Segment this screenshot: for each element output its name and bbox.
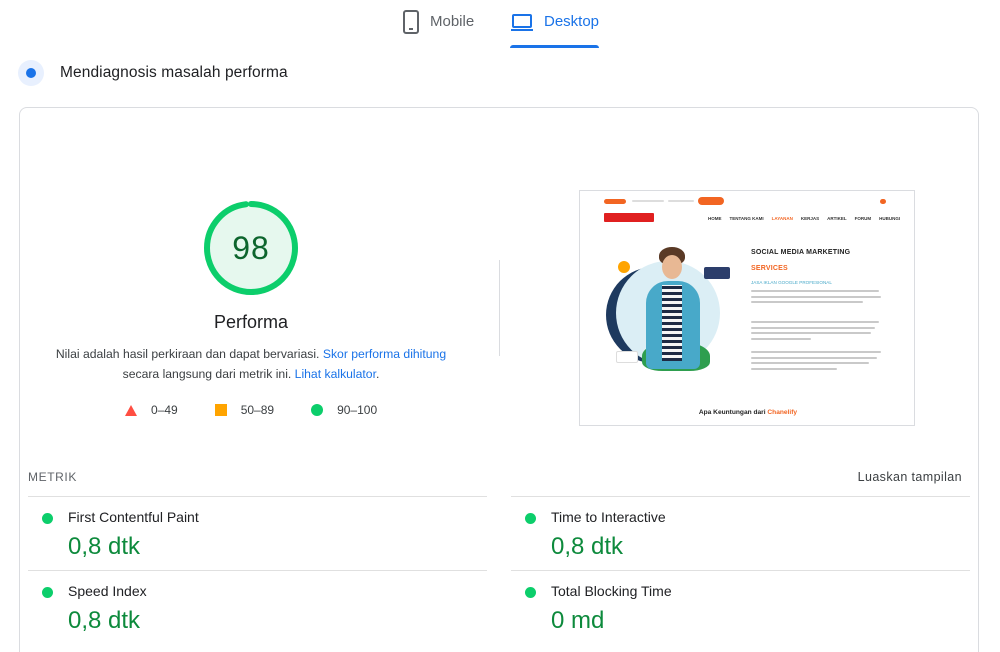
metric-name: Time to Interactive (551, 509, 666, 525)
metric-speed-index: Speed Index 0,8 dtk (28, 570, 487, 644)
thumb-nav: HOME TENTANG KAMI LAYANAN KERJAS ARTIKEL… (708, 216, 900, 221)
desc-text-3: . (375, 367, 380, 381)
tab-mobile[interactable]: Mobile (402, 10, 474, 48)
score-calc-link[interactable]: Skor performa dihitung (323, 347, 446, 361)
metric-name: Total Blocking Time (551, 583, 672, 599)
thumb-heading: SOCIAL MEDIA MARKETING (751, 249, 851, 256)
expand-view-toggle[interactable]: Luaskan tampilan (858, 470, 962, 484)
tab-desktop-label: Desktop (544, 13, 600, 30)
performance-label: Performa (213, 312, 289, 332)
thumb-paragraph (751, 290, 883, 307)
device-tabs: Mobile Desktop (0, 0, 1000, 48)
legend-fail-range: 0–49 (151, 403, 178, 417)
legend-pass-range: 90–100 (337, 403, 378, 417)
thumb-nav-item: HOME (708, 216, 722, 221)
pass-circle-icon (525, 513, 536, 524)
diagnose-title: Mendiagnosis masalah performa (60, 64, 288, 81)
thumb-footer: Apa Keuntungan dari Chanelify (580, 409, 914, 416)
legend-average: 50–89 (214, 403, 275, 417)
thumb-person-head (662, 255, 682, 279)
thumb-nav-item: FORUM (854, 216, 872, 221)
triangle-icon (125, 404, 137, 416)
metrics-section-label: METRIK (28, 470, 77, 484)
calculator-link[interactable]: Lihat kalkulator (295, 367, 376, 381)
metric-name: First Contentful Paint (68, 509, 199, 525)
pass-circle-icon (42, 513, 53, 524)
smartphone-icon (402, 10, 420, 34)
thumb-paragraph (751, 321, 883, 343)
thumb-nav-item: TENTANG KAMI (729, 216, 764, 221)
metrics-column-right: Time to Interactive 0,8 dtk Total Blocki… (511, 496, 970, 644)
thumb-topbar (604, 197, 894, 207)
thumb-footer-text: Apa Keuntungan dari (698, 409, 768, 416)
desc-text-2: secara langsung dari metrik ini. (122, 367, 295, 381)
score-description: Nilai adalah hasil perkiraan dan dapat b… (40, 344, 462, 384)
thumb-subheading: SERVICES (751, 265, 788, 272)
lighthouse-icon (18, 60, 44, 86)
thumb-pie-icon (618, 261, 630, 273)
thumb-nav-item: ARTIKEL (827, 216, 847, 221)
score-legend: 0–49 50–89 90–100 (125, 403, 414, 417)
metric-value: 0,8 dtk (68, 607, 141, 634)
thumb-nav-item: KERJAS (800, 216, 820, 221)
metric-fcp: First Contentful Paint 0,8 dtk (28, 496, 487, 570)
metric-name: Speed Index (68, 583, 147, 599)
thumb-footer-brand: Chanelify (767, 409, 798, 416)
thumb-person-shirt (662, 285, 682, 361)
metric-value: 0 md (551, 607, 605, 634)
thumb-nav-item: HUBUNGI (879, 216, 901, 221)
legend-pass: 90–100 (311, 403, 377, 417)
thumb-logo (604, 213, 654, 222)
metric-value: 0,8 dtk (68, 533, 141, 560)
metric-tti: Time to Interactive 0,8 dtk (511, 496, 970, 570)
metrics-column-left: First Contentful Paint 0,8 dtk Speed Ind… (28, 496, 487, 644)
thumb-float-card (704, 267, 730, 279)
thumb-paragraph (751, 351, 883, 373)
desc-text-1: Nilai adalah hasil perkiraan dan dapat b… (55, 347, 323, 361)
performance-gauge: 98 (203, 200, 299, 296)
pass-circle-icon (525, 587, 536, 598)
pass-circle-icon (42, 587, 53, 598)
metric-tbt: Total Blocking Time 0 md (511, 570, 970, 644)
diagnose-header: Mendiagnosis masalah performa (18, 60, 288, 86)
legend-average-range: 50–89 (240, 403, 275, 417)
metric-value: 0,8 dtk (551, 533, 624, 560)
legend-fail: 0–49 (125, 403, 178, 417)
thumb-tagline: JASA IKLAN GOOGLE PROFESIONAL (751, 280, 832, 285)
square-icon (214, 404, 227, 416)
tab-mobile-label: Mobile (430, 13, 475, 30)
vertical-divider (499, 260, 500, 356)
laptop-icon (510, 10, 534, 34)
final-screenshot: HOME TENTANG KAMI LAYANAN KERJAS ARTIKEL… (579, 190, 915, 426)
circle-icon (311, 404, 324, 416)
tab-desktop[interactable]: Desktop (510, 10, 600, 48)
thumb-float-card (616, 351, 638, 363)
score-value: 98 (232, 229, 270, 266)
thumb-nav-item: LAYANAN (771, 216, 793, 221)
